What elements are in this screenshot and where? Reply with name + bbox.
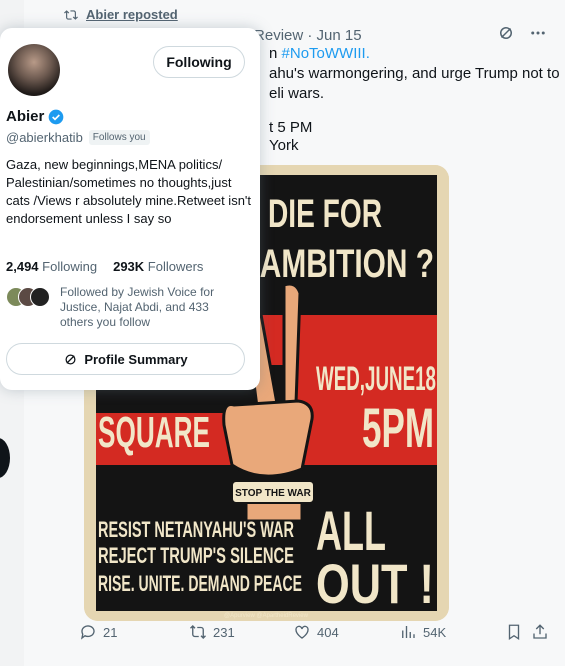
poster-slogan-2: REJECT TRUMP'S SILENCE [98,543,294,568]
followers-stat[interactable]: 293K Followers [113,259,203,274]
profile-handle[interactable]: @abierkhatib [6,130,83,145]
profile-name[interactable]: Abier [6,108,44,125]
profile-hover-card: Following Abier @abierkhatib Follows you… [0,28,260,390]
repost-button[interactable]: 231 [189,623,235,641]
more-icon[interactable] [529,24,547,42]
followed-by-text: Followed by Jewish Voice for Justice, Na… [60,285,215,329]
profile-summary-label: Profile Summary [84,351,188,367]
bookmark-button[interactable] [505,623,523,641]
poster-slogan-1: RESIST NETANYAHU'S WAR [98,517,294,542]
poster-credits: @Apurview @ApartheidReview [224,613,309,619]
poster-out: OUT ! [316,552,434,615]
grok-icon [65,354,76,364]
mutual-avatars [6,287,52,309]
followed-by[interactable]: Followed by Jewish Voice for Justice, Na… [6,285,240,330]
reply-count: 21 [103,624,118,640]
views-count: 54K [423,624,447,640]
like-button[interactable]: 404 [293,623,339,641]
share-button[interactable] [531,623,549,641]
repost-indicator: Abier reposted [64,7,178,22]
following-stat[interactable]: 2,494 Following [6,259,97,274]
poster-date: WED,JUNE18 [316,360,436,398]
poster-time: 5PM [362,396,434,459]
repost-count: 231 [213,624,235,640]
background-avatar [0,438,10,478]
grok-icon[interactable] [497,24,515,42]
like-count: 404 [317,624,339,640]
following-button[interactable]: Following [153,46,245,78]
verified-badge-icon [49,109,64,124]
reply-button[interactable]: 21 [79,623,117,641]
bookmark-icon [508,624,520,641]
repost-label[interactable]: Abier reposted [86,7,178,22]
follows-you-badge: Follows you [88,130,150,145]
poster-location-2: SQUARE [98,408,210,457]
share-icon [533,624,547,639]
heart-icon [295,625,309,639]
repost-icon [190,625,206,639]
profile-bio: Gaza, new beginnings,MENA politics/ Pale… [6,157,252,226]
poster-slogan-3: RISE. UNITE. DEMAND PEACE [98,571,302,596]
avatar[interactable] [6,42,62,98]
hashtag-link[interactable]: #NoToWWIII. [282,45,370,62]
profile-summary-button[interactable]: Profile Summary [6,343,245,375]
reply-icon [80,625,95,640]
repost-icon [64,9,78,20]
tweet-text-line: York [269,137,299,154]
views-button[interactable]: 54K [399,623,446,641]
tweet-text-line: ahu's warmongering, and urge Trump not t… [269,65,560,82]
tweet-text-line: n #NoToWWIII. [269,45,370,62]
tweet-text-line: t 5 PM [269,119,313,136]
tweet-text-line: eli wars. [269,85,325,102]
views-icon [402,626,415,638]
poster-stop-label: STOP THE WAR [235,488,312,499]
